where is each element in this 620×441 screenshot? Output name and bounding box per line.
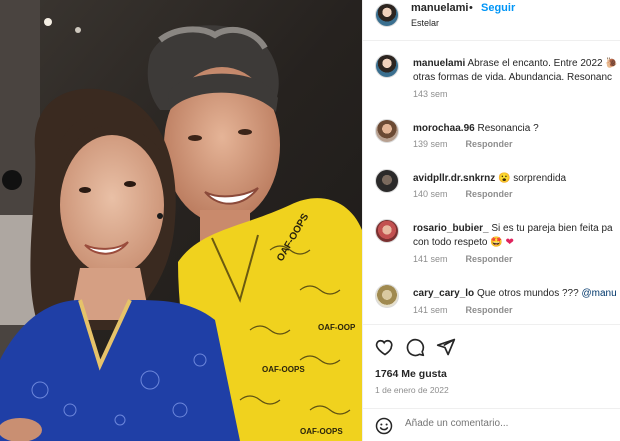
post-header: manuelami • Seguir Estelar — [363, 0, 620, 41]
selfie-image: OAF-OOPS OAF-OOP OAF-OOPS OAF-OOPS — [0, 0, 362, 441]
comment-text: rosario_bubier_ Si es tu pareja bien fei… — [413, 222, 620, 250]
avatar[interactable] — [375, 219, 399, 243]
post-side-panel: manuelami • Seguir Estelar manuelami Abr… — [362, 0, 620, 441]
reply-button[interactable]: Responder — [466, 254, 513, 264]
avatar[interactable] — [375, 119, 399, 143]
red-heart-emoji: ❤ — [505, 237, 514, 248]
comment-username[interactable]: manuelami — [413, 58, 465, 69]
comment-body: 😮 sorprendida — [498, 173, 567, 184]
comment-username[interactable]: morochaa.96 — [413, 123, 475, 134]
add-comment-bar — [363, 408, 620, 441]
likes-count[interactable]: 1764 Me gusta — [375, 368, 447, 380]
comment-text: morochaa.96 Resonancia ? — [413, 122, 620, 136]
comment-time[interactable]: 139 sem — [413, 139, 448, 149]
follow-button[interactable]: Seguir — [481, 2, 515, 14]
reply-button[interactable]: Responder — [466, 305, 513, 315]
paper-plane-icon[interactable] — [436, 337, 456, 357]
comment-time[interactable]: 141 sem — [413, 305, 448, 315]
svg-text:OAF-OOPS: OAF-OOPS — [262, 365, 305, 374]
comment-username[interactable]: avidpllr.dr.snkrnz — [413, 173, 495, 184]
smiley-icon[interactable] — [375, 417, 393, 435]
header-subtitle[interactable]: Estelar — [411, 18, 439, 28]
comment-time[interactable]: 143 sem — [413, 89, 448, 99]
comment-meta: 141 sem Responder — [413, 305, 513, 315]
comment-username[interactable]: rosario_bubier_ — [413, 223, 489, 234]
svg-text:OAF-OOP: OAF-OOP — [318, 323, 356, 332]
post-photo[interactable]: OAF-OOPS OAF-OOP OAF-OOPS OAF-OOPS — [0, 0, 362, 441]
comment-text: avidpllr.dr.snkrnz 😮 sorprendida — [413, 172, 620, 186]
comment-text: cary_cary_lo Que otros mundos ??? @manu — [413, 287, 620, 301]
reply-button[interactable]: Responder — [466, 189, 513, 199]
comment-meta: 143 sem — [413, 89, 448, 99]
avatar[interactable] — [375, 3, 399, 27]
comment-bubble-icon[interactable] — [405, 337, 425, 357]
reply-button[interactable]: Responder — [466, 139, 513, 149]
comment-body-line2: con todo respeto 🤩 — [413, 237, 503, 248]
header-username[interactable]: manuelami — [411, 2, 468, 14]
comment-body: Abrase el encanto. Entre 2022 🐌 — [467, 58, 618, 69]
heart-icon[interactable] — [375, 337, 395, 357]
comment-meta: 139 sem Responder — [413, 139, 513, 149]
avatar[interactable] — [375, 284, 399, 308]
comments-list[interactable]: manuelami Abrase el encanto. Entre 2022 … — [363, 41, 620, 324]
comment-username[interactable]: cary_cary_lo — [413, 288, 474, 299]
comment-body: Si es tu pareja bien feita pa — [491, 223, 613, 234]
mention-link[interactable]: @manu — [581, 288, 616, 299]
comment-time[interactable]: 140 sem — [413, 189, 448, 199]
comment-body-line2: otras formas de vida. Abundancia. Resona… — [413, 72, 613, 83]
avatar[interactable] — [375, 169, 399, 193]
comment-body: Que otros mundos ??? — [476, 288, 579, 299]
post-actions: 1764 Me gusta 1 de enero de 2022 — [363, 324, 620, 441]
comment-text: manuelami Abrase el encanto. Entre 2022 … — [413, 57, 620, 85]
comment-meta: 141 sem Responder — [413, 254, 513, 264]
comment-body: Resonancia ? — [477, 123, 539, 134]
separator-dot: • — [469, 2, 473, 14]
comment-input[interactable] — [405, 418, 605, 429]
avatar[interactable] — [375, 54, 399, 78]
svg-text:OAF-OOPS: OAF-OOPS — [300, 427, 343, 436]
post-date[interactable]: 1 de enero de 2022 — [375, 385, 449, 395]
comment-time[interactable]: 141 sem — [413, 254, 448, 264]
comment-meta: 140 sem Responder — [413, 189, 513, 199]
